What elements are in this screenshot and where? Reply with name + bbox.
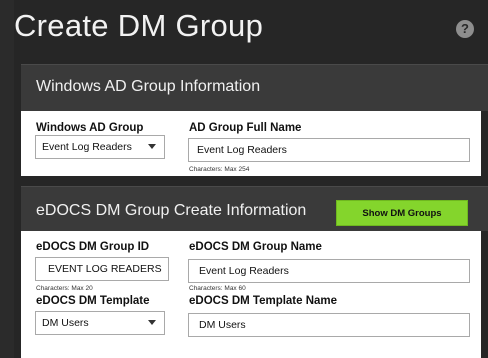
windows-ad-group-select[interactable]: Event Log Readers (35, 135, 165, 159)
edocs-dm-template-value: DM Users (42, 317, 89, 329)
edocs-dm-group-id-label: eDOCS DM Group ID (36, 241, 150, 253)
edocs-dm-group-name-value: Event Log Readers (199, 265, 289, 277)
page-title: Create DM Group (14, 8, 264, 43)
help-icon[interactable]: ? (456, 20, 474, 38)
edocs-dm-template-name-field[interactable]: DM Users (188, 313, 470, 337)
windows-ad-group-label: Windows AD Group (36, 122, 144, 134)
windows-ad-group-value: Event Log Readers (42, 141, 132, 153)
edocs-dm-template-name-value: DM Users (199, 319, 246, 331)
edocs-dm-group-name-field[interactable]: Event Log Readers (188, 259, 470, 283)
ad-group-full-name-label: AD Group Full Name (189, 122, 302, 134)
edocs-dm-template-name-label: eDOCS DM Template Name (189, 295, 338, 307)
edocs-dm-group-id-field[interactable]: EVENT LOG READERS (35, 257, 169, 281)
section-gap (21, 176, 488, 186)
ad-group-full-name-hint: Characters: Max 254 (189, 166, 250, 173)
show-dm-groups-button[interactable]: Show DM Groups (336, 200, 468, 226)
chevron-down-icon (148, 320, 156, 325)
edocs-dm-template-label: eDOCS DM Template (36, 295, 150, 307)
page: Create DM Group ? Windows AD Group Infor… (14, 0, 488, 358)
edocs-dm-group-name-label: eDOCS DM Group Name (189, 241, 322, 253)
edocs-dm-group-id-hint: Characters: Max 20 (36, 285, 93, 292)
edocs-section-heading: eDOCS DM Group Create Information (36, 202, 307, 219)
ad-section-header: Windows AD Group Information (21, 64, 488, 111)
edocs-dm-template-select[interactable]: DM Users (35, 311, 165, 335)
edocs-dm-group-name-hint: Characters: Max 60 (189, 285, 246, 292)
ad-group-full-name-value: Event Log Readers (197, 144, 287, 156)
edocs-group-panel: eDOCS DM Group ID EVENT LOG READERS Char… (21, 231, 481, 358)
ad-group-panel: Windows AD Group Event Log Readers AD Gr… (21, 111, 481, 176)
ad-group-full-name-field[interactable]: Event Log Readers (188, 138, 470, 162)
ad-section-heading: Windows AD Group Information (36, 78, 261, 95)
edocs-dm-group-id-value: EVENT LOG READERS (48, 263, 162, 275)
chevron-down-icon (148, 144, 156, 149)
